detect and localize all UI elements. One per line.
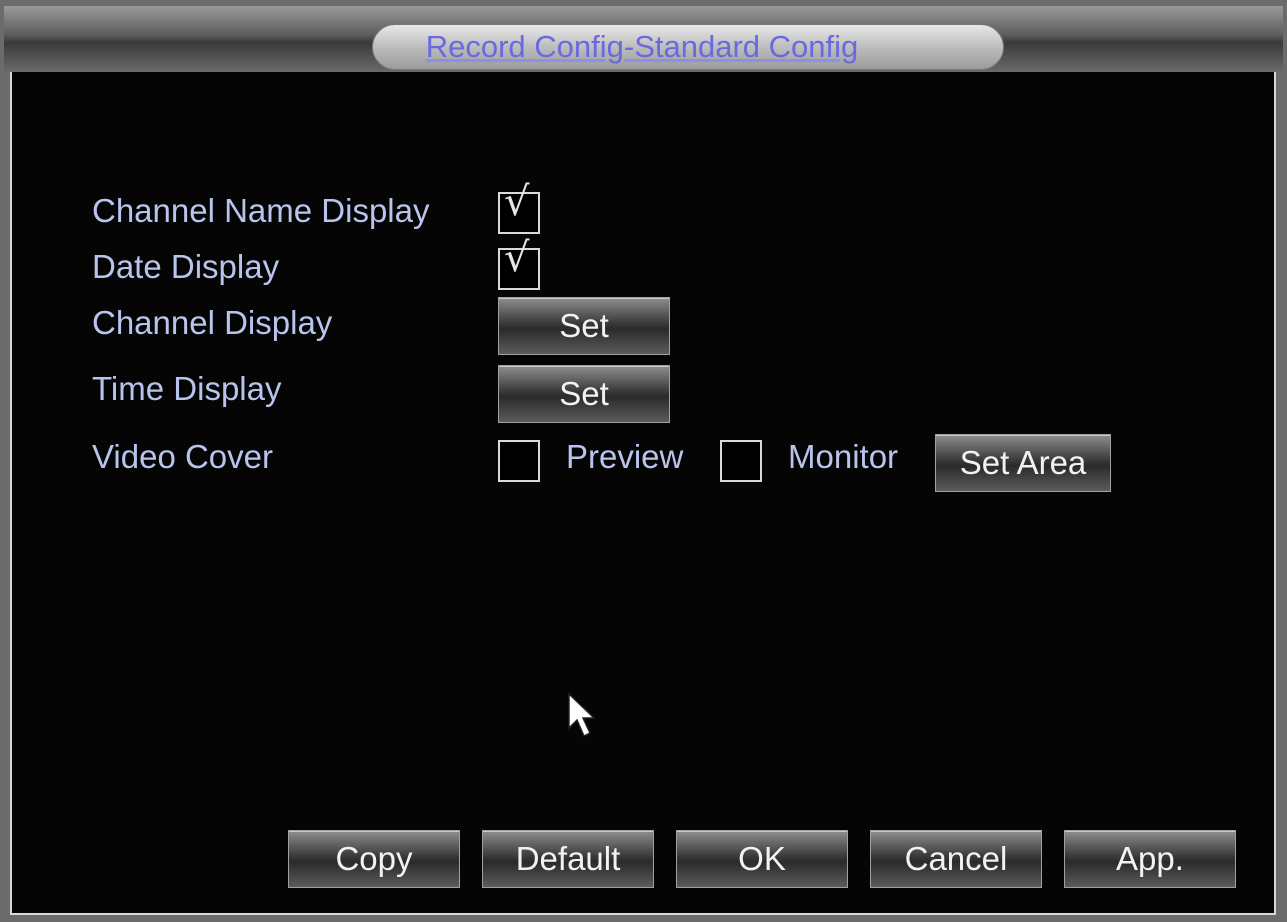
check-mark-icon: √: [504, 179, 530, 225]
time-display-set-button[interactable]: Set: [498, 365, 670, 423]
channel-display-set-button[interactable]: Set: [498, 297, 670, 355]
default-button[interactable]: Default: [482, 830, 654, 888]
settings-panel: Channel Name Display √ Date Display √ Ch…: [10, 72, 1276, 915]
copy-button[interactable]: Copy: [288, 830, 460, 888]
monitor-label: Monitor: [788, 438, 899, 475]
preview-checkbox[interactable]: [498, 440, 540, 482]
title-pill: Record Config-Standard Config: [372, 24, 1004, 70]
channel-name-display-checkbox[interactable]: √: [498, 182, 540, 234]
check-mark-icon: √: [504, 235, 530, 281]
ok-button[interactable]: OK: [676, 830, 848, 888]
date-display-label: Date Display: [92, 248, 280, 285]
record-config-window: Record Config-Standard Config Channel Na…: [0, 0, 1287, 922]
channel-name-display-label: Channel Name Display: [92, 192, 430, 229]
monitor-checkbox[interactable]: [720, 440, 762, 482]
video-cover-label: Video Cover: [92, 438, 274, 475]
mouse-cursor-icon: [568, 692, 596, 738]
set-area-button[interactable]: Set Area: [935, 434, 1111, 492]
cancel-button[interactable]: Cancel: [870, 830, 1042, 888]
time-display-label: Time Display: [92, 370, 282, 407]
title-bar: Record Config-Standard Config: [4, 6, 1283, 72]
window-title: Record Config-Standard Config: [425, 29, 859, 64]
channel-display-label: Channel Display: [92, 304, 333, 341]
apply-button[interactable]: App.: [1064, 830, 1236, 888]
date-display-checkbox[interactable]: √: [498, 238, 540, 290]
preview-label: Preview: [566, 438, 684, 475]
